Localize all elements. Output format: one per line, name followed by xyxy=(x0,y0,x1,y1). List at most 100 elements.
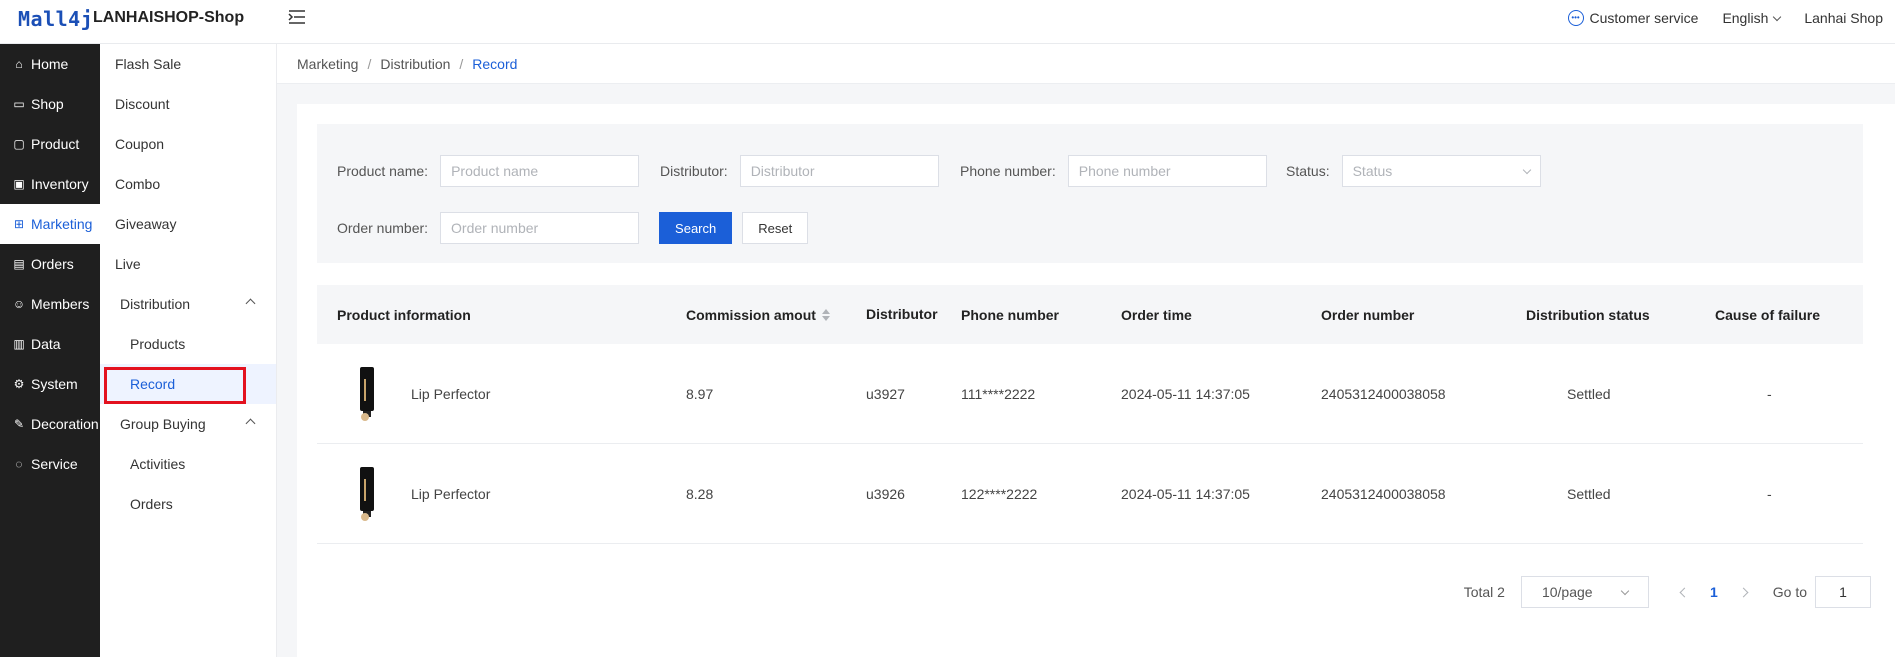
sidebar-group-label: Group Buying xyxy=(120,416,206,432)
nav-inventory[interactable]: ▣ Inventory xyxy=(0,164,100,204)
product-name[interactable]: Lip Perfector xyxy=(411,486,490,502)
orders-icon: ▤ xyxy=(13,257,25,271)
chat-icon: ••• xyxy=(1567,10,1584,26)
nav-orders[interactable]: ▤ Orders xyxy=(0,244,100,284)
sidebar-item-orders[interactable]: Orders xyxy=(100,484,276,524)
col-product-information: Product information xyxy=(337,306,471,323)
data-icon: ▥ xyxy=(13,337,25,351)
nav-service[interactable]: ◌ Service xyxy=(0,444,100,484)
sidebar-item-products[interactable]: Products xyxy=(100,324,276,364)
page-size-select[interactable]: 10/page xyxy=(1520,576,1649,608)
order-time-cell: 2024-05-11 14:37:05 xyxy=(1121,386,1250,402)
members-icon: ☺ xyxy=(12,297,26,311)
reset-button[interactable]: Reset xyxy=(742,212,809,244)
status-cell: Settled xyxy=(1567,386,1611,402)
goto-label: Go to xyxy=(1772,584,1807,600)
product-icon: ▢ xyxy=(13,137,25,151)
nav-shop[interactable]: ▭ Shop xyxy=(0,84,100,124)
sidebar-item-coupon[interactable]: Coupon xyxy=(100,124,276,164)
phone-number-label: Phone number: xyxy=(960,163,1056,179)
status-placeholder: Status xyxy=(1352,163,1393,179)
sort-icon[interactable] xyxy=(821,308,830,321)
nav-marketing[interactable]: ⊞ Marketing xyxy=(0,204,100,244)
gift-icon: ⊞ xyxy=(13,217,25,231)
breadcrumb-separator: / xyxy=(459,55,464,72)
goto-page-input[interactable] xyxy=(1815,576,1871,608)
nav-label: Product xyxy=(31,136,80,152)
phone-cell: 111****2222 xyxy=(961,386,1036,402)
col-distribution-status: Distribution status xyxy=(1526,306,1650,323)
col-order-time: Order time xyxy=(1121,306,1192,323)
language-label: English xyxy=(1722,10,1769,26)
chevron-down-icon xyxy=(1522,165,1531,174)
shop-icon: ▭ xyxy=(13,97,25,111)
phone-number-input[interactable] xyxy=(1067,155,1267,187)
col-commission-label: Commission amout xyxy=(686,306,816,323)
col-cause-of-failure: Cause of failure xyxy=(1715,306,1821,323)
product-name-label: Product name: xyxy=(337,163,429,179)
page-number[interactable]: 1 xyxy=(1710,584,1718,600)
distributor-label: Distributor: xyxy=(660,163,728,179)
order-number-cell: 2405312400038058 xyxy=(1321,486,1446,502)
sidebar-item-giveaway[interactable]: Giveaway xyxy=(100,204,276,244)
user-name[interactable]: Lanhai Shop xyxy=(1804,10,1883,26)
nav-label: Shop xyxy=(31,96,64,112)
sidebar-item-live[interactable]: Live xyxy=(100,244,276,284)
sidebar-group-group-buying[interactable]: Group Buying xyxy=(100,404,276,444)
breadcrumb-separator: / xyxy=(367,55,372,72)
customer-service-link[interactable]: ••• Customer service xyxy=(1567,10,1699,26)
nav-label: Service xyxy=(31,456,78,472)
nav-label: Members xyxy=(31,296,90,312)
nav-label: System xyxy=(31,376,78,392)
shop-title: LANHAISHOP-Shop xyxy=(93,9,245,26)
order-number-input[interactable] xyxy=(440,212,640,244)
top-bar: Mall4j LANHAISHOP-Shop ••• Customer serv… xyxy=(0,0,1895,44)
col-commission[interactable]: Commission amout xyxy=(686,285,830,344)
nav-system[interactable]: ⚙ System xyxy=(0,364,100,404)
primary-sidebar: ⌂ Home ▭ Shop ▢ Product ▣ Inventory ⊞ Marketi… xyxy=(0,44,100,657)
menu-toggle-icon[interactable] xyxy=(288,9,308,27)
product-thumbnail xyxy=(347,463,387,525)
sidebar-item-flash-sale[interactable]: Flash Sale xyxy=(100,44,276,84)
distributor-cell: u3927 xyxy=(866,386,905,402)
sidebar-item-activities[interactable]: Activities xyxy=(100,444,276,484)
product-cell: Lip Perfector xyxy=(347,444,490,544)
nav-members[interactable]: ☺ Members xyxy=(0,284,100,324)
breadcrumb-record: Record xyxy=(472,55,518,72)
nav-data[interactable]: ▥ Data xyxy=(0,324,100,364)
breadcrumb-marketing[interactable]: Marketing xyxy=(297,56,358,72)
sidebar-group-distribution[interactable]: Distribution xyxy=(100,284,276,324)
status-cell: Settled xyxy=(1567,486,1611,502)
customer-service-label: Customer service xyxy=(1589,10,1699,26)
order-time-cell: 2024-05-11 14:37:05 xyxy=(1121,486,1250,502)
product-name[interactable]: Lip Perfector xyxy=(411,386,490,402)
inventory-icon: ▣ xyxy=(13,177,25,191)
commission-cell: 8.97 xyxy=(686,386,714,402)
search-button[interactable]: Search xyxy=(659,212,733,244)
filter-panel: Product name: Distributor: Phone number:… xyxy=(317,124,1863,263)
language-selector[interactable]: English xyxy=(1722,10,1782,26)
nav-label: Decoration xyxy=(31,416,99,432)
nav-label: Home xyxy=(31,56,69,72)
nav-decoration[interactable]: ✎ Decoration xyxy=(0,404,100,444)
chevron-down-icon xyxy=(1773,12,1782,21)
sidebar-item-combo[interactable]: Combo xyxy=(100,164,276,204)
nav-product[interactable]: ▢ Product xyxy=(0,124,100,164)
chat-icon: ◌ xyxy=(15,457,23,471)
distributor-cell: u3926 xyxy=(866,486,905,502)
nav-label: Orders xyxy=(31,256,74,272)
next-page-icon[interactable] xyxy=(1738,587,1749,597)
sidebar-item-record[interactable]: Record xyxy=(100,364,276,404)
nav-home[interactable]: ⌂ Home xyxy=(0,44,100,84)
product-name-input[interactable] xyxy=(440,155,640,187)
status-select[interactable]: Status xyxy=(1341,155,1541,187)
prev-page-icon[interactable] xyxy=(1679,587,1690,597)
distributor-input[interactable] xyxy=(739,155,939,187)
col-phone-number: Phone number xyxy=(961,306,1060,323)
breadcrumb-distribution[interactable]: Distribution xyxy=(380,56,450,72)
table-header: Product information Commission amout Dis… xyxy=(317,285,1863,344)
order-number-cell: 2405312400038058 xyxy=(1321,386,1446,402)
status-label: Status: xyxy=(1286,163,1330,179)
sidebar-item-discount[interactable]: Discount xyxy=(100,84,276,124)
cause-cell: - xyxy=(1767,386,1772,402)
